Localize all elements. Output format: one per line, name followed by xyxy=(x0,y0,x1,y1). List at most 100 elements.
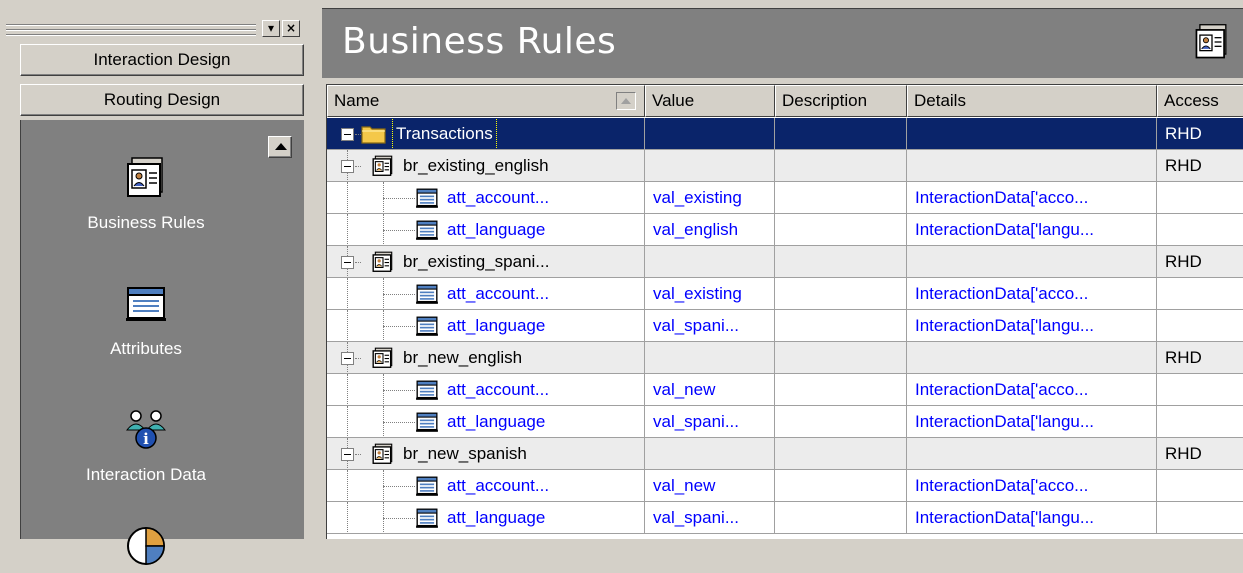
access-cell[interactable] xyxy=(1157,406,1243,438)
name-cell[interactable]: Transactions xyxy=(327,118,645,150)
value-cell[interactable] xyxy=(645,118,775,150)
name-cell[interactable]: br_existing_spani... xyxy=(327,246,645,278)
description-cell[interactable] xyxy=(775,342,907,374)
description-cell[interactable] xyxy=(775,470,907,502)
name-cell[interactable]: br_new_spanish xyxy=(327,438,645,470)
nav-item-partial[interactable] xyxy=(21,524,271,573)
value-cell[interactable] xyxy=(645,150,775,182)
name-cell[interactable]: att_language xyxy=(327,406,645,438)
details-cell[interactable]: InteractionData['acco... xyxy=(907,374,1157,406)
column-header-details[interactable]: Details xyxy=(907,85,1157,117)
value-cell[interactable]: val_spani... xyxy=(645,502,775,534)
details-cell[interactable]: InteractionData['langu... xyxy=(907,310,1157,342)
nav-item-interaction-data[interactable]: i Interaction Data xyxy=(21,408,271,485)
details-cell[interactable]: InteractionData['acco... xyxy=(907,470,1157,502)
business-rule-row[interactable]: br_existing_english RHD xyxy=(327,150,1243,182)
description-cell[interactable] xyxy=(775,118,907,150)
value-cell[interactable] xyxy=(645,246,775,278)
business-rule-row[interactable]: br_new_english RHD xyxy=(327,342,1243,374)
scroll-up-button[interactable] xyxy=(268,136,292,158)
access-cell[interactable] xyxy=(1157,278,1243,310)
description-cell[interactable] xyxy=(775,374,907,406)
value-cell[interactable]: val_existing xyxy=(645,278,775,310)
value-cell[interactable]: val_spani... xyxy=(645,406,775,438)
description-cell[interactable] xyxy=(775,502,907,534)
access-cell[interactable]: RHD xyxy=(1157,246,1243,278)
name-cell[interactable]: br_existing_english xyxy=(327,150,645,182)
name-cell[interactable]: att_account... xyxy=(327,374,645,406)
value-cell[interactable]: val_english xyxy=(645,214,775,246)
details-cell[interactable] xyxy=(907,150,1157,182)
access-cell[interactable]: RHD xyxy=(1157,118,1243,150)
column-header-name[interactable]: Name xyxy=(327,85,645,117)
description-cell[interactable] xyxy=(775,406,907,438)
access-cell[interactable] xyxy=(1157,310,1243,342)
description-cell[interactable] xyxy=(775,278,907,310)
access-cell[interactable]: RHD xyxy=(1157,150,1243,182)
name-cell[interactable]: att_account... xyxy=(327,182,645,214)
access-cell[interactable] xyxy=(1157,470,1243,502)
name-cell[interactable]: att_account... xyxy=(327,278,645,310)
details-cell[interactable]: InteractionData['langu... xyxy=(907,502,1157,534)
description-cell[interactable] xyxy=(775,438,907,470)
attribute-row[interactable]: att_language val_english InteractionData['… xyxy=(327,214,1243,246)
access-cell[interactable] xyxy=(1157,502,1243,534)
navigator-titlebar[interactable]: ▾ × xyxy=(0,0,310,40)
column-header-value[interactable]: Value xyxy=(645,85,775,117)
name-cell[interactable]: att_account... xyxy=(327,470,645,502)
value-cell[interactable]: val_spani... xyxy=(645,310,775,342)
business-rule-row[interactable]: br_new_spanish RHD xyxy=(327,438,1243,470)
details-cell[interactable] xyxy=(907,438,1157,470)
description-cell[interactable] xyxy=(775,246,907,278)
details-cell[interactable]: InteractionData['langu... xyxy=(907,406,1157,438)
business-rule-row[interactable]: br_existing_spani... RHD xyxy=(327,246,1243,278)
column-header-description[interactable]: Description xyxy=(775,85,907,117)
access-cell[interactable]: RHD xyxy=(1157,342,1243,374)
details-cell[interactable] xyxy=(907,118,1157,150)
dropdown-button[interactable]: ▾ xyxy=(262,20,280,37)
row-name: att_language xyxy=(447,412,546,431)
column-header-access[interactable]: Access xyxy=(1157,85,1243,117)
collapse-icon[interactable] xyxy=(341,448,354,461)
value-cell[interactable]: val_new xyxy=(645,374,775,406)
collapse-icon[interactable] xyxy=(341,160,354,173)
details-cell[interactable]: InteractionData['acco... xyxy=(907,182,1157,214)
folder-row[interactable]: Transactions RHD xyxy=(327,118,1243,150)
attribute-row[interactable]: att_language val_spani... InteractionData[… xyxy=(327,406,1243,438)
close-button[interactable]: × xyxy=(282,20,300,37)
description-cell[interactable] xyxy=(775,310,907,342)
name-cell[interactable]: att_language xyxy=(327,310,645,342)
nav-item-attributes[interactable]: Attributes xyxy=(21,282,271,359)
description-cell[interactable] xyxy=(775,182,907,214)
attribute-row[interactable]: att_language val_spani... InteractionData[… xyxy=(327,310,1243,342)
details-cell[interactable]: InteractionData['langu... xyxy=(907,214,1157,246)
details-cell[interactable] xyxy=(907,342,1157,374)
access-cell[interactable] xyxy=(1157,374,1243,406)
attribute-row[interactable]: att_account... val_new InteractionData['ac… xyxy=(327,374,1243,406)
collapse-icon[interactable] xyxy=(341,352,354,365)
value-cell[interactable] xyxy=(645,438,775,470)
routing-design-button[interactable]: Routing Design xyxy=(20,84,304,116)
description-cell[interactable] xyxy=(775,150,907,182)
details-cell[interactable]: InteractionData['acco... xyxy=(907,278,1157,310)
value-cell[interactable]: val_new xyxy=(645,470,775,502)
name-cell[interactable]: att_language xyxy=(327,502,645,534)
name-cell[interactable]: att_language xyxy=(327,214,645,246)
attribute-row[interactable]: att_account... val_new InteractionData['ac… xyxy=(327,470,1243,502)
value-cell[interactable]: val_existing xyxy=(645,182,775,214)
collapse-icon[interactable] xyxy=(341,256,354,269)
nav-item-business-rules[interactable]: Business Rules xyxy=(21,156,271,233)
interaction-design-button[interactable]: Interaction Design xyxy=(20,44,304,76)
details-cell[interactable] xyxy=(907,246,1157,278)
value-cell[interactable] xyxy=(645,342,775,374)
access-cell[interactable]: RHD xyxy=(1157,438,1243,470)
name-cell[interactable]: br_new_english xyxy=(327,342,645,374)
attribute-row[interactable]: att_account... val_existing InteractionDat… xyxy=(327,182,1243,214)
attribute-row[interactable]: att_language val_spani... InteractionData[… xyxy=(327,502,1243,534)
description-cell[interactable] xyxy=(775,214,907,246)
collapse-icon[interactable] xyxy=(341,128,354,141)
access-cell[interactable] xyxy=(1157,182,1243,214)
access-cell[interactable] xyxy=(1157,214,1243,246)
attribute-row[interactable]: att_account... val_existing InteractionDat… xyxy=(327,278,1243,310)
nav-item-label: Interaction Data xyxy=(85,465,206,484)
